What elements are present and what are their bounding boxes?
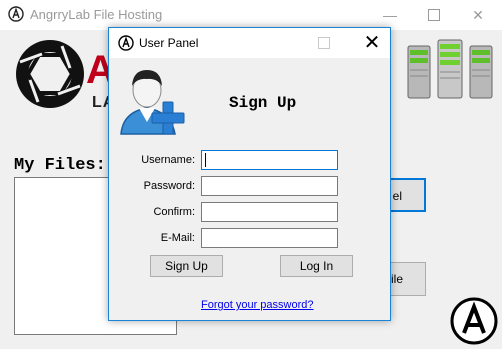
forgot-password-link[interactable]: Forgot your password?	[201, 299, 314, 311]
email-label: E-Mail:	[160, 232, 195, 244]
maximize-icon	[318, 37, 330, 49]
aperture-logo-icon	[118, 35, 134, 51]
password-label: Password:	[143, 180, 195, 192]
confirm-password-input[interactable]	[201, 202, 338, 222]
user-panel-dialog: User Panel ✕ Sign Up Username: Password:…	[108, 27, 391, 321]
user-panel-button-label: el	[392, 189, 402, 203]
maximize-icon	[428, 8, 440, 21]
sign-up-button[interactable]: Sign Up	[150, 255, 223, 277]
aperture-logo-icon	[8, 6, 24, 22]
maximize-button[interactable]	[416, 0, 452, 30]
password-input[interactable]	[201, 176, 338, 196]
log-in-button[interactable]: Log In	[280, 255, 353, 277]
main-window-title: AngrryLab File Hosting	[30, 7, 163, 22]
close-button[interactable]: ✕	[460, 0, 496, 30]
username-label: Username:	[141, 154, 195, 166]
close-button[interactable]: ✕	[357, 30, 387, 56]
username-input[interactable]	[201, 150, 338, 170]
server-rack-icon	[407, 39, 493, 99]
aperture-logo-icon	[450, 297, 498, 345]
upload-file-button-label: ile	[390, 272, 403, 286]
main-titlebar: AngrryLab File Hosting — ✕	[0, 0, 502, 30]
dialog-title: User Panel	[139, 36, 199, 50]
email-input[interactable]	[201, 228, 338, 248]
user-add-icon	[120, 70, 185, 135]
my-files-label: My Files:	[14, 156, 106, 175]
minimize-button[interactable]: —	[372, 0, 408, 30]
sign-up-heading: Sign Up	[229, 94, 297, 112]
dialog-titlebar: User Panel ✕	[109, 28, 390, 58]
confirm-label: Confirm:	[153, 206, 195, 218]
text-caret	[205, 153, 206, 167]
